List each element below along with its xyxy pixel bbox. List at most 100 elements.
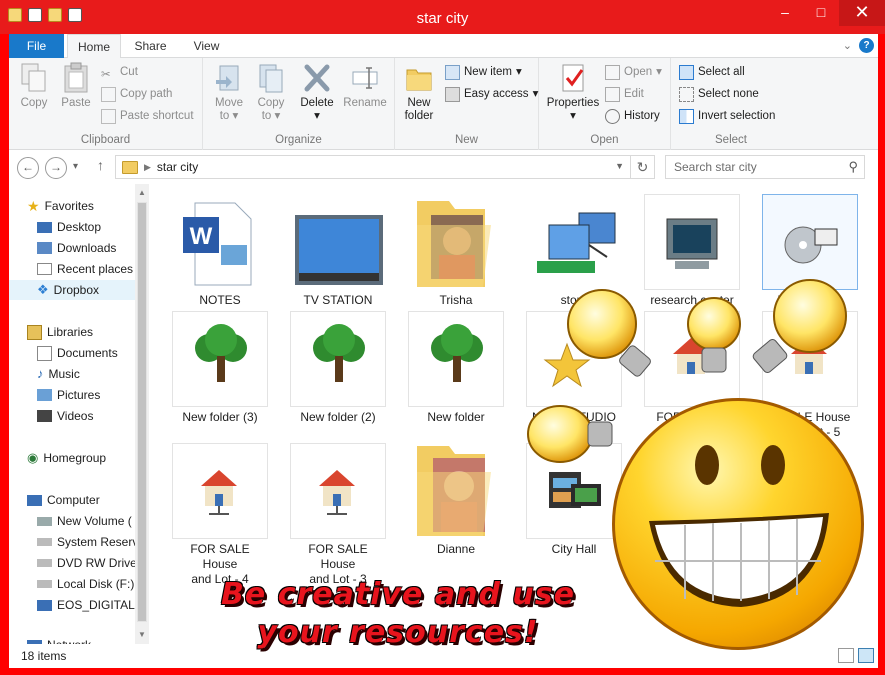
file-item[interactable]: TV STATION — [290, 194, 386, 308]
details-view-icon[interactable] — [838, 648, 854, 663]
maximize-button[interactable]: □ — [803, 0, 839, 26]
paste-shortcut-button[interactable]: Paste shortcut — [101, 106, 194, 126]
forward-button[interactable]: → — [45, 157, 67, 179]
search-input[interactable]: Search star city ⚲ — [665, 155, 865, 179]
copy-to-button[interactable]: Copy to ▾ — [253, 62, 289, 123]
easy-access-button[interactable]: Easy access ▾ — [445, 84, 538, 104]
chevron-down-icon[interactable]: ▼ — [615, 161, 624, 171]
select-all-button[interactable]: Select all — [679, 62, 745, 82]
dvd-drive-icon — [37, 559, 52, 567]
paste-icon — [61, 62, 91, 94]
move-to-button[interactable]: Move to ▾ — [211, 62, 247, 123]
select-none-icon — [679, 86, 694, 102]
drive-icon — [37, 580, 52, 588]
new-folder-button[interactable]: New folder — [401, 62, 437, 123]
file-name: Trisha — [439, 293, 473, 307]
scroll-up-icon[interactable]: ▲ — [135, 188, 149, 197]
select-none-button[interactable]: Select none — [679, 84, 759, 104]
dropbox-icon: ❖ — [37, 282, 49, 297]
cut-label: Cut — [120, 66, 138, 78]
delete-icon — [302, 62, 332, 94]
properties-button[interactable]: Properties ▾ — [543, 62, 603, 123]
copy-button[interactable]: Copy — [17, 62, 51, 110]
move-to-label-2: to ▾ — [219, 110, 239, 122]
nav-scrollbar[interactable]: ▲ ▼ — [135, 184, 149, 644]
file-item[interactable]: New folder (2) — [290, 311, 386, 425]
nav-recent-places[interactable]: Recent places — [37, 259, 133, 279]
group-select: Select all Select none Invert selection … — [671, 58, 791, 150]
address-bar[interactable]: ▶ star city ▼ ↻ — [115, 155, 655, 179]
minimize-button[interactable]: – — [767, 0, 803, 26]
delete-button[interactable]: Delete ▾ — [297, 62, 337, 123]
nav-homegroup[interactable]: ◉ Homegroup — [27, 448, 106, 468]
new-folder-label: New — [407, 97, 431, 109]
file-item[interactable]: New folder — [408, 311, 504, 425]
scroll-thumb[interactable] — [137, 202, 147, 622]
invert-selection-button[interactable]: Invert selection — [679, 106, 775, 126]
new-item-button[interactable]: New item ▾ — [445, 62, 522, 82]
move-to-label: Move — [214, 97, 244, 109]
edit-button[interactable]: Edit — [605, 84, 644, 104]
nav-music[interactable]: ♪ Music — [37, 364, 80, 384]
close-button[interactable]: ✕ — [839, 0, 885, 26]
history-button[interactable]: History — [605, 106, 660, 126]
chevron-down-icon[interactable]: ⌄ — [843, 39, 852, 52]
nav-drive-local-f[interactable]: Local Disk (F:) — [37, 574, 134, 594]
refresh-icon[interactable]: ↻ — [630, 156, 654, 178]
file-item[interactable]: FOR SALE House and Lot - 3 — [290, 443, 386, 587]
nav-desktop[interactable]: Desktop — [37, 217, 101, 237]
recent-locations-icon[interactable]: ▾ — [73, 161, 78, 172]
back-button[interactable]: ← — [17, 157, 39, 179]
open-button[interactable]: Open ▾ — [605, 62, 662, 82]
nav-dropbox[interactable]: ❖ Dropbox — [9, 280, 137, 300]
tab-home[interactable]: Home — [67, 34, 121, 59]
search-icon[interactable]: ⚲ — [848, 156, 858, 178]
help-icon[interactable]: ? — [859, 38, 874, 53]
tab-file[interactable]: File — [9, 34, 64, 58]
breadcrumb[interactable]: star city — [157, 160, 198, 174]
file-item[interactable]: FOR SALE House and Lot - 4 — [172, 443, 268, 587]
computer-monitor-icon — [644, 194, 740, 290]
file-item[interactable]: Dianne — [408, 443, 504, 557]
up-button[interactable]: ↑ — [97, 157, 104, 173]
file-item[interactable]: New folder (3) — [172, 311, 268, 425]
drive-icon — [37, 516, 52, 526]
open-label: Open — [624, 66, 653, 78]
paste-shortcut-icon — [101, 108, 116, 124]
nav-favorites[interactable]: ★ Favorites — [27, 196, 94, 216]
paste-button[interactable]: Paste — [59, 62, 93, 110]
nav-libraries[interactable]: Libraries — [27, 322, 93, 342]
file-item[interactable]: Trisha — [408, 194, 504, 308]
cut-button[interactable]: ✂ Cut — [101, 62, 138, 82]
large-icons-view-icon[interactable] — [858, 648, 874, 663]
file-name: New folder (2) — [300, 410, 376, 424]
nav-drive-dvd[interactable]: DVD RW Drive — [37, 553, 137, 573]
copy-label: Copy — [20, 97, 48, 109]
new-folder-label-2: folder — [404, 110, 434, 122]
group-label-clipboard: Clipboard — [80, 134, 131, 146]
select-all-icon — [679, 64, 694, 80]
select-all-label: Select all — [698, 66, 745, 78]
photo-folder-icon — [408, 194, 504, 290]
tab-share[interactable]: Share — [123, 34, 178, 58]
nav-videos[interactable]: Videos — [37, 406, 93, 426]
nav-drive-eos-digital[interactable]: EOS_DIGITAL ( — [37, 595, 142, 615]
nav-network[interactable]: Network — [27, 635, 91, 644]
chevron-right-icon[interactable]: ▶ — [144, 162, 151, 173]
nav-drive-system-reserved[interactable]: System Reserv — [37, 532, 138, 552]
nav-drive-new-volume[interactable]: New Volume ( — [37, 511, 132, 531]
group-new: New folder New item ▾ Easy access ▾ New — [395, 58, 539, 150]
svg-text:W: W — [190, 223, 213, 250]
nav-downloads[interactable]: Downloads — [37, 238, 116, 258]
star-icon: ★ — [27, 198, 40, 214]
scroll-down-icon[interactable]: ▼ — [135, 630, 149, 639]
nav-documents[interactable]: Documents — [37, 343, 118, 363]
rename-button[interactable]: Rename — [343, 62, 387, 110]
copy-path-button[interactable]: Copy path — [101, 84, 172, 104]
nav-pictures[interactable]: Pictures — [37, 385, 100, 405]
easy-access-label: Easy access — [464, 88, 529, 100]
banner-line-1: Be creative and use — [221, 577, 575, 612]
tab-view[interactable]: View — [179, 34, 234, 58]
nav-computer[interactable]: Computer — [27, 490, 100, 510]
file-item[interactable]: W NOTES — [172, 194, 268, 308]
